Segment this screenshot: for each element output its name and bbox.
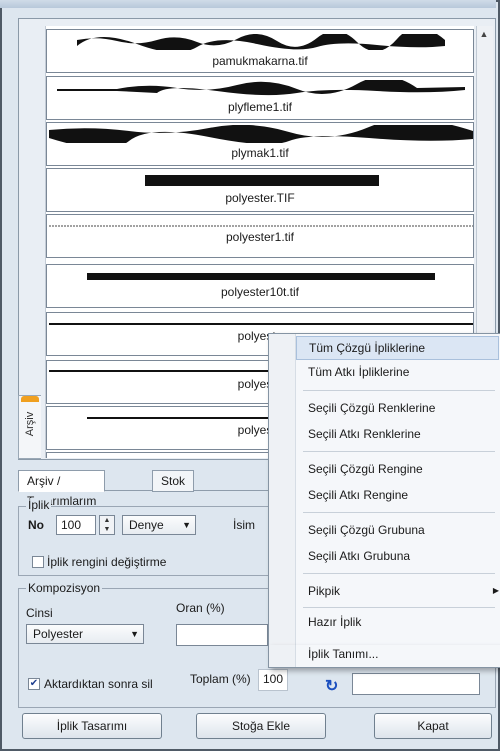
denye-select-value: Denye xyxy=(129,518,164,532)
denye-select[interactable]: Denye ▼ xyxy=(122,515,196,535)
iplik-tasarimi-button[interactable]: İplik Tasarımı xyxy=(22,713,162,739)
result-input[interactable] xyxy=(352,673,480,695)
oran-input[interactable] xyxy=(176,624,268,646)
menu-item-secili-atki-rengine[interactable]: Seçili Atkı Rengine xyxy=(296,484,499,506)
yarn-card[interactable]: pamukmakarna.tif xyxy=(46,29,474,73)
yarn-preview-thin-line xyxy=(49,323,473,325)
menu-item-secili-atki-renklerine[interactable]: Seçili Atkı Renklerine xyxy=(296,423,499,445)
menu-item-tum-atki[interactable]: Tüm Atkı İpliklerine xyxy=(296,361,499,383)
menu-item-secili-atki-grubuna[interactable]: Seçili Atkı Grubuna xyxy=(296,545,499,567)
menu-item-pikpik[interactable]: Pikpik ▶ xyxy=(296,580,499,602)
archive-side-tab[interactable]: Arşiv xyxy=(18,395,41,459)
oran-label: Oran (%) xyxy=(176,601,225,615)
stoga-ekle-button[interactable]: Stoğa Ekle xyxy=(196,713,326,739)
yarn-card[interactable]: plymak1.tif xyxy=(46,122,474,166)
yarn-name: plyfleme1.tif xyxy=(227,100,293,114)
yarn-name: polyester.TIF xyxy=(225,191,295,205)
stepper-up-icon[interactable]: ▲ xyxy=(100,516,114,525)
context-menu-gutter xyxy=(269,334,296,646)
menu-item-secili-cozgu-rengine[interactable]: Seçili Çözgü Rengine xyxy=(296,458,499,480)
menu-separator xyxy=(303,573,495,574)
yarn-name: polyester10t.tif xyxy=(220,285,300,299)
tab-arsiv-tasarimlarim[interactable]: Arşiv / Tasarımlarım xyxy=(18,470,106,508)
title-strip xyxy=(0,0,496,8)
yarn-preview-cotton xyxy=(77,34,445,50)
yarn-preview-fleece-thick xyxy=(49,125,473,143)
menu-separator xyxy=(303,451,495,452)
menu-item-secili-cozgu-renklerine[interactable]: Seçili Çözgü Renklerine xyxy=(296,397,499,419)
toplam-input: 100 xyxy=(258,669,288,691)
yarn-preview-fleece xyxy=(57,80,465,96)
isim-label: İsim xyxy=(233,518,255,532)
yarn-card[interactable]: polyester.TIF xyxy=(46,168,474,212)
toplam-label: Toplam (%) xyxy=(190,672,251,686)
menu-separator xyxy=(303,607,495,608)
context-menu: Tüm Çözgü İpliklerine Tüm Atkı İplikleri… xyxy=(268,333,500,647)
menu-item-tum-cozgu[interactable]: Tüm Çözgü İpliklerine xyxy=(296,336,499,360)
yarn-card[interactable]: polyester1.tif xyxy=(46,214,474,258)
yarn-name: plymak1.tif xyxy=(231,146,289,160)
menu-item-secili-cozgu-grubuna[interactable]: Seçili Çözgü Grubuna xyxy=(296,519,499,541)
kompozisyon-group-label: Kompozisyon xyxy=(26,581,103,595)
menu-item-pikpik-label: Pikpik xyxy=(308,584,341,598)
scroll-up-icon[interactable]: ▲ xyxy=(476,26,492,42)
context-menu-gutter xyxy=(269,645,296,667)
iplik-group-label: İplik xyxy=(26,498,52,512)
archive-tab-label: Arşiv xyxy=(24,411,36,437)
yarn-preview-thick xyxy=(145,175,379,186)
no-input[interactable]: 100 xyxy=(56,515,96,535)
stepper-down-icon[interactable]: ▼ xyxy=(100,525,114,534)
aktar-checkbox[interactable]: ✔ xyxy=(28,678,40,690)
transfer-arrow-icon[interactable]: ↻ xyxy=(325,676,338,696)
aktar-label: Aktardıktan sonra sil xyxy=(44,677,153,691)
menu-separator xyxy=(303,512,495,513)
yarn-card[interactable]: polyester10t.tif xyxy=(46,264,474,308)
yarn-preview-thin xyxy=(49,225,473,227)
cinsi-select-value: Polyester xyxy=(33,627,84,641)
cinsi-select[interactable]: Polyester ▼ xyxy=(26,624,144,644)
yarn-preview-medium xyxy=(87,273,435,280)
menu-item-hazir-iplik[interactable]: Hazır İplik xyxy=(296,612,499,632)
yarn-name: polyester1.tif xyxy=(225,230,295,244)
menu-separator xyxy=(303,390,495,391)
chevron-down-icon: ▼ xyxy=(182,520,191,530)
no-stepper[interactable]: ▲ ▼ xyxy=(99,515,115,535)
tab-stok[interactable]: Stok xyxy=(152,470,195,492)
yarn-name: pamukmakarna.tif xyxy=(212,54,308,68)
change-color-checkbox[interactable] xyxy=(32,556,44,568)
chevron-down-icon: ▼ xyxy=(130,629,139,639)
no-label: No xyxy=(28,518,44,532)
change-color-label: İplik rengini değiştirme xyxy=(47,555,167,569)
context-menu-tail: İplik Tanımı... xyxy=(268,645,500,668)
submenu-arrow-icon: ▶ xyxy=(492,586,499,595)
yarn-card[interactable]: plyfleme1.tif xyxy=(46,76,474,120)
cinsi-label: Cinsi xyxy=(26,606,53,620)
menu-item-iplik-tanimi[interactable]: İplik Tanımı... xyxy=(308,645,378,667)
kapat-button[interactable]: Kapat xyxy=(374,713,492,739)
